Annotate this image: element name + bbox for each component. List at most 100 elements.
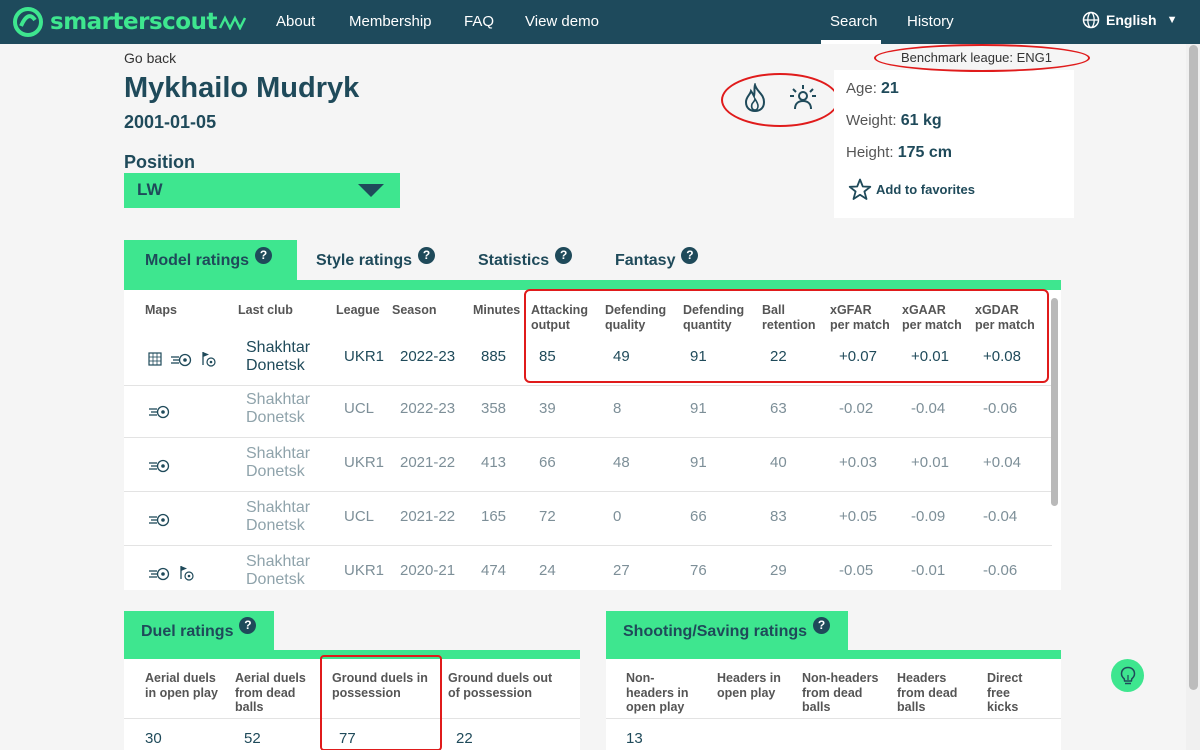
cell-xgdar: -0.06 (983, 562, 1018, 579)
club-name[interactable]: Shakhtar Donetsk (246, 499, 310, 535)
corner-flag-ball-icon[interactable] (200, 351, 216, 367)
tab-model-ratings[interactable]: Model ratings? (124, 240, 297, 282)
help-icon[interactable]: ? (418, 246, 436, 264)
tab-style-ratings[interactable]: Style ratings? (316, 240, 436, 282)
cell-att: 24 (539, 562, 556, 579)
table-row[interactable]: Shakhtar Donetsk UKR1 2021-22 413 66 48 91 40 +0.… (124, 438, 1052, 492)
col-header-maps: Maps (145, 303, 177, 317)
nav-membership[interactable]: Membership (349, 13, 432, 30)
lightbulb-icon (1120, 666, 1135, 684)
annotation-box-ratings (524, 289, 1049, 383)
tab-label: Fantasy (615, 252, 676, 269)
club-name[interactable]: Shakhtar Donetsk (246, 553, 310, 589)
logo-text: smarterscout (50, 9, 217, 35)
cell-xgdar: -0.04 (983, 508, 1018, 525)
cell-minutes: 358 (481, 400, 507, 417)
height-label: Height: (846, 144, 894, 161)
cell-league: UCL (344, 508, 375, 525)
language-label: English (1106, 12, 1157, 28)
cell-xgaar: -0.01 (911, 562, 946, 579)
cell-season: 2022-23 (400, 400, 456, 417)
annotation-circle-benchmark (874, 44, 1090, 72)
cell-att: 72 (539, 508, 556, 525)
row-map-icons (148, 457, 170, 473)
cell-league: UCL (344, 400, 375, 417)
table-row[interactable]: Shakhtar Donetsk UCL 2021-22 165 72 0 66 83 +0.05… (124, 492, 1052, 546)
table-row[interactable]: Shakhtar Donetsk UKR1 2020-21 474 24 27 76 29 -0.… (124, 546, 1052, 590)
cell-dq: 27 (613, 562, 630, 579)
cell-xgaar: +0.01 (911, 454, 949, 471)
nav-about[interactable]: About (276, 13, 315, 30)
cell-dqn: 91 (690, 400, 707, 417)
position-select[interactable]: LW (124, 173, 400, 208)
help-icon[interactable]: ? (555, 246, 573, 264)
age-value: 21 (881, 80, 899, 97)
weight-row: Weight: 61 kg (846, 112, 942, 130)
table-row[interactable]: Shakhtar Donetsk UCL 2022-23 358 39 8 91 63 -0.02… (124, 384, 1052, 438)
annotation-box-ground-duels (320, 655, 442, 750)
help-icon[interactable]: ? (239, 617, 257, 634)
tab-label: Statistics (478, 252, 550, 269)
tab-fantasy[interactable]: Fantasy? (615, 240, 699, 282)
player-info-card: Age: 21 Weight: 61 kg Height: 175 cm Add… (834, 70, 1074, 218)
tab-statistics[interactable]: Statistics? (478, 240, 573, 282)
divider (606, 718, 1061, 719)
nav-view-demo[interactable]: View demo (525, 13, 599, 30)
help-icon[interactable]: ? (681, 246, 699, 264)
annotation-circle-badges (721, 73, 839, 127)
chevron-down-icon (358, 184, 384, 197)
go-back-link[interactable]: Go back (124, 50, 176, 66)
ball-motion-icon[interactable] (170, 351, 192, 367)
ball-motion-icon[interactable] (148, 511, 170, 527)
club-name[interactable]: Shakhtar Donetsk (246, 445, 310, 481)
lightbulb-button[interactable] (1111, 659, 1144, 692)
club-name[interactable]: Shakhtar Donetsk (246, 339, 310, 375)
cell-xgfar: +0.03 (839, 454, 877, 471)
duel-ratings-title: Duel ratings (141, 622, 234, 640)
col-header-league: League (336, 303, 380, 317)
nav-history[interactable]: History (907, 13, 954, 30)
help-icon[interactable]: ? (255, 246, 273, 264)
row-map-icons (148, 403, 170, 419)
cell-season: 2020-21 (400, 562, 456, 579)
cell-xgfar: +0.05 (839, 508, 877, 525)
row-map-icons (148, 351, 216, 367)
corner-flag-ball-icon[interactable] (178, 565, 194, 581)
shooting-header-free-kicks: Direct free kicks (987, 671, 1023, 714)
cell-dq: 0 (613, 508, 622, 525)
pitch-grid-icon[interactable] (148, 352, 162, 366)
duel-value: 30 (145, 730, 162, 747)
top-navbar: smarterscout About Membership FAQ View d… (0, 0, 1200, 44)
ball-motion-icon[interactable] (148, 457, 170, 473)
help-icon[interactable]: ? (813, 617, 831, 634)
logo[interactable]: smarterscout (12, 6, 217, 38)
add-to-favorites-button[interactable]: Add to favorites (848, 178, 975, 201)
nav-search[interactable]: Search (830, 13, 878, 30)
chevron-down-icon: ▼ (1166, 14, 1178, 26)
ball-motion-icon[interactable] (148, 565, 170, 581)
weight-label: Weight: (846, 112, 897, 129)
cell-dqn: 76 (690, 562, 707, 579)
club-name[interactable]: Shakhtar Donetsk (246, 391, 310, 427)
cell-ball: 83 (770, 508, 787, 525)
shooting-ratings-tab[interactable]: Shooting/Saving ratings? (606, 611, 848, 652)
cell-season: 2022-23 (400, 348, 456, 365)
cell-dq: 48 (613, 454, 630, 471)
duel-ratings-tab[interactable]: Duel ratings? (124, 611, 274, 652)
waves-icon[interactable] (219, 14, 247, 30)
weight-value: 61 kg (900, 112, 942, 129)
nav-faq[interactable]: FAQ (464, 13, 494, 30)
cell-xgfar: -0.02 (839, 400, 874, 417)
shooting-header-headers-open: Headers in open play (717, 671, 781, 700)
cell-minutes: 474 (481, 562, 507, 579)
cell-xgfar: -0.05 (839, 562, 874, 579)
shooting-underline (606, 650, 1061, 659)
table-scrollbar[interactable] (1051, 298, 1058, 506)
cell-ball: 29 (770, 562, 787, 579)
logo-icon (13, 7, 43, 37)
language-selector[interactable]: English ▼ (1082, 11, 1177, 29)
ball-motion-icon[interactable] (148, 403, 170, 419)
cell-minutes: 165 (481, 508, 507, 525)
col-header-minutes: Minutes (473, 303, 521, 317)
page-scrollbar-thumb[interactable] (1189, 45, 1198, 690)
